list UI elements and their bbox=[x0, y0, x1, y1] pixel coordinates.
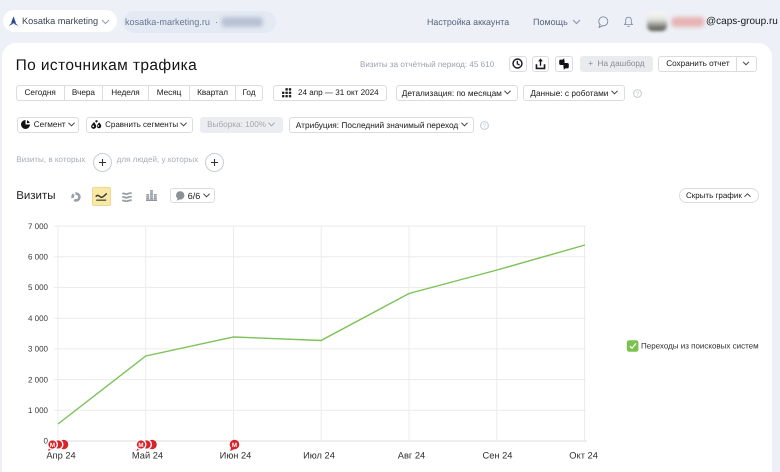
svg-text:Сен 24: Сен 24 bbox=[483, 450, 513, 460]
svg-text:Июл 24: Июл 24 bbox=[303, 450, 335, 460]
svg-text:Авг 24: Авг 24 bbox=[398, 450, 425, 460]
svg-text:5 000: 5 000 bbox=[28, 283, 49, 292]
svg-text:Переходы из поисковых систем: Переходы из поисковых систем bbox=[641, 342, 759, 351]
svg-text:Май 24: Май 24 bbox=[132, 450, 163, 460]
svg-text:М: М bbox=[50, 442, 55, 449]
svg-text:М: М bbox=[232, 442, 237, 449]
svg-text:6 000: 6 000 bbox=[28, 253, 49, 262]
svg-text:Апр 24: Апр 24 bbox=[46, 450, 75, 460]
svg-text:1 000: 1 000 bbox=[28, 406, 49, 415]
svg-text:М: М bbox=[138, 442, 143, 449]
svg-text:Окт 24: Окт 24 bbox=[569, 450, 598, 460]
svg-text:3 000: 3 000 bbox=[28, 345, 49, 354]
svg-text:Июн 24: Июн 24 bbox=[220, 450, 252, 460]
svg-text:?: ? bbox=[483, 122, 487, 130]
svg-text:7 000: 7 000 bbox=[28, 222, 49, 231]
svg-text:2 000: 2 000 bbox=[28, 375, 49, 384]
svg-text:4 000: 4 000 bbox=[28, 314, 49, 323]
svg-text:?: ? bbox=[636, 89, 640, 97]
